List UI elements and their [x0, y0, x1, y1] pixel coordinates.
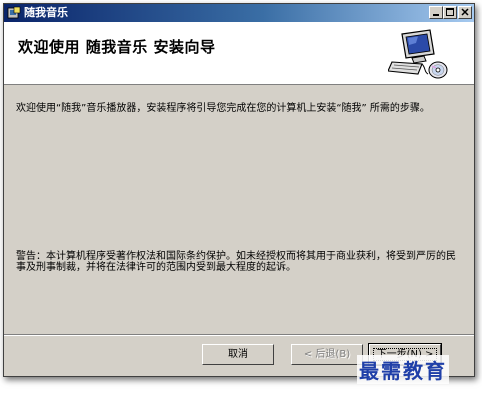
minimize-button[interactable] [429, 6, 443, 19]
window-title: 随我音乐 [24, 6, 68, 19]
maximize-icon [446, 8, 454, 16]
copyright-warning: 警告：本计算机程序受著作权法和国际条约保护。如未经授权而将其用于商业获利，将受到… [16, 251, 456, 273]
wizard-content: 欢迎使用“随我”音乐播放器，安装程序将引导您完成在您的计算机上安装“随我” 所需… [4, 86, 474, 334]
close-button[interactable] [458, 6, 472, 19]
page: 随我音乐 欢迎使用 随我音乐 安装向导 欢迎使用“随我”音乐播放器，安装程序将引… [0, 0, 482, 401]
watermark: 最需教育 [357, 355, 449, 384]
cancel-button[interactable]: 取消 [202, 344, 274, 365]
installer-window: 随我音乐 欢迎使用 随我音乐 安装向导 欢迎使用“随我”音乐播放器，安装程序将引… [3, 3, 475, 377]
maximize-button[interactable] [443, 6, 457, 19]
computer-cd-icon [388, 29, 448, 79]
close-icon [461, 8, 469, 16]
wizard-header: 欢迎使用 随我音乐 安装向导 [4, 22, 474, 85]
intro-text: 欢迎使用“随我”音乐播放器，安装程序将引导您完成在您的计算机上安装“随我” 所需… [16, 103, 430, 114]
installer-icon [7, 6, 21, 19]
page-title: 欢迎使用 随我音乐 安装向导 [18, 38, 216, 56]
minimize-icon [433, 14, 439, 16]
title-bar[interactable]: 随我音乐 [4, 4, 474, 22]
footer-divider-highlight [4, 335, 474, 336]
back-button[interactable]: < 后退(B) [291, 344, 363, 365]
